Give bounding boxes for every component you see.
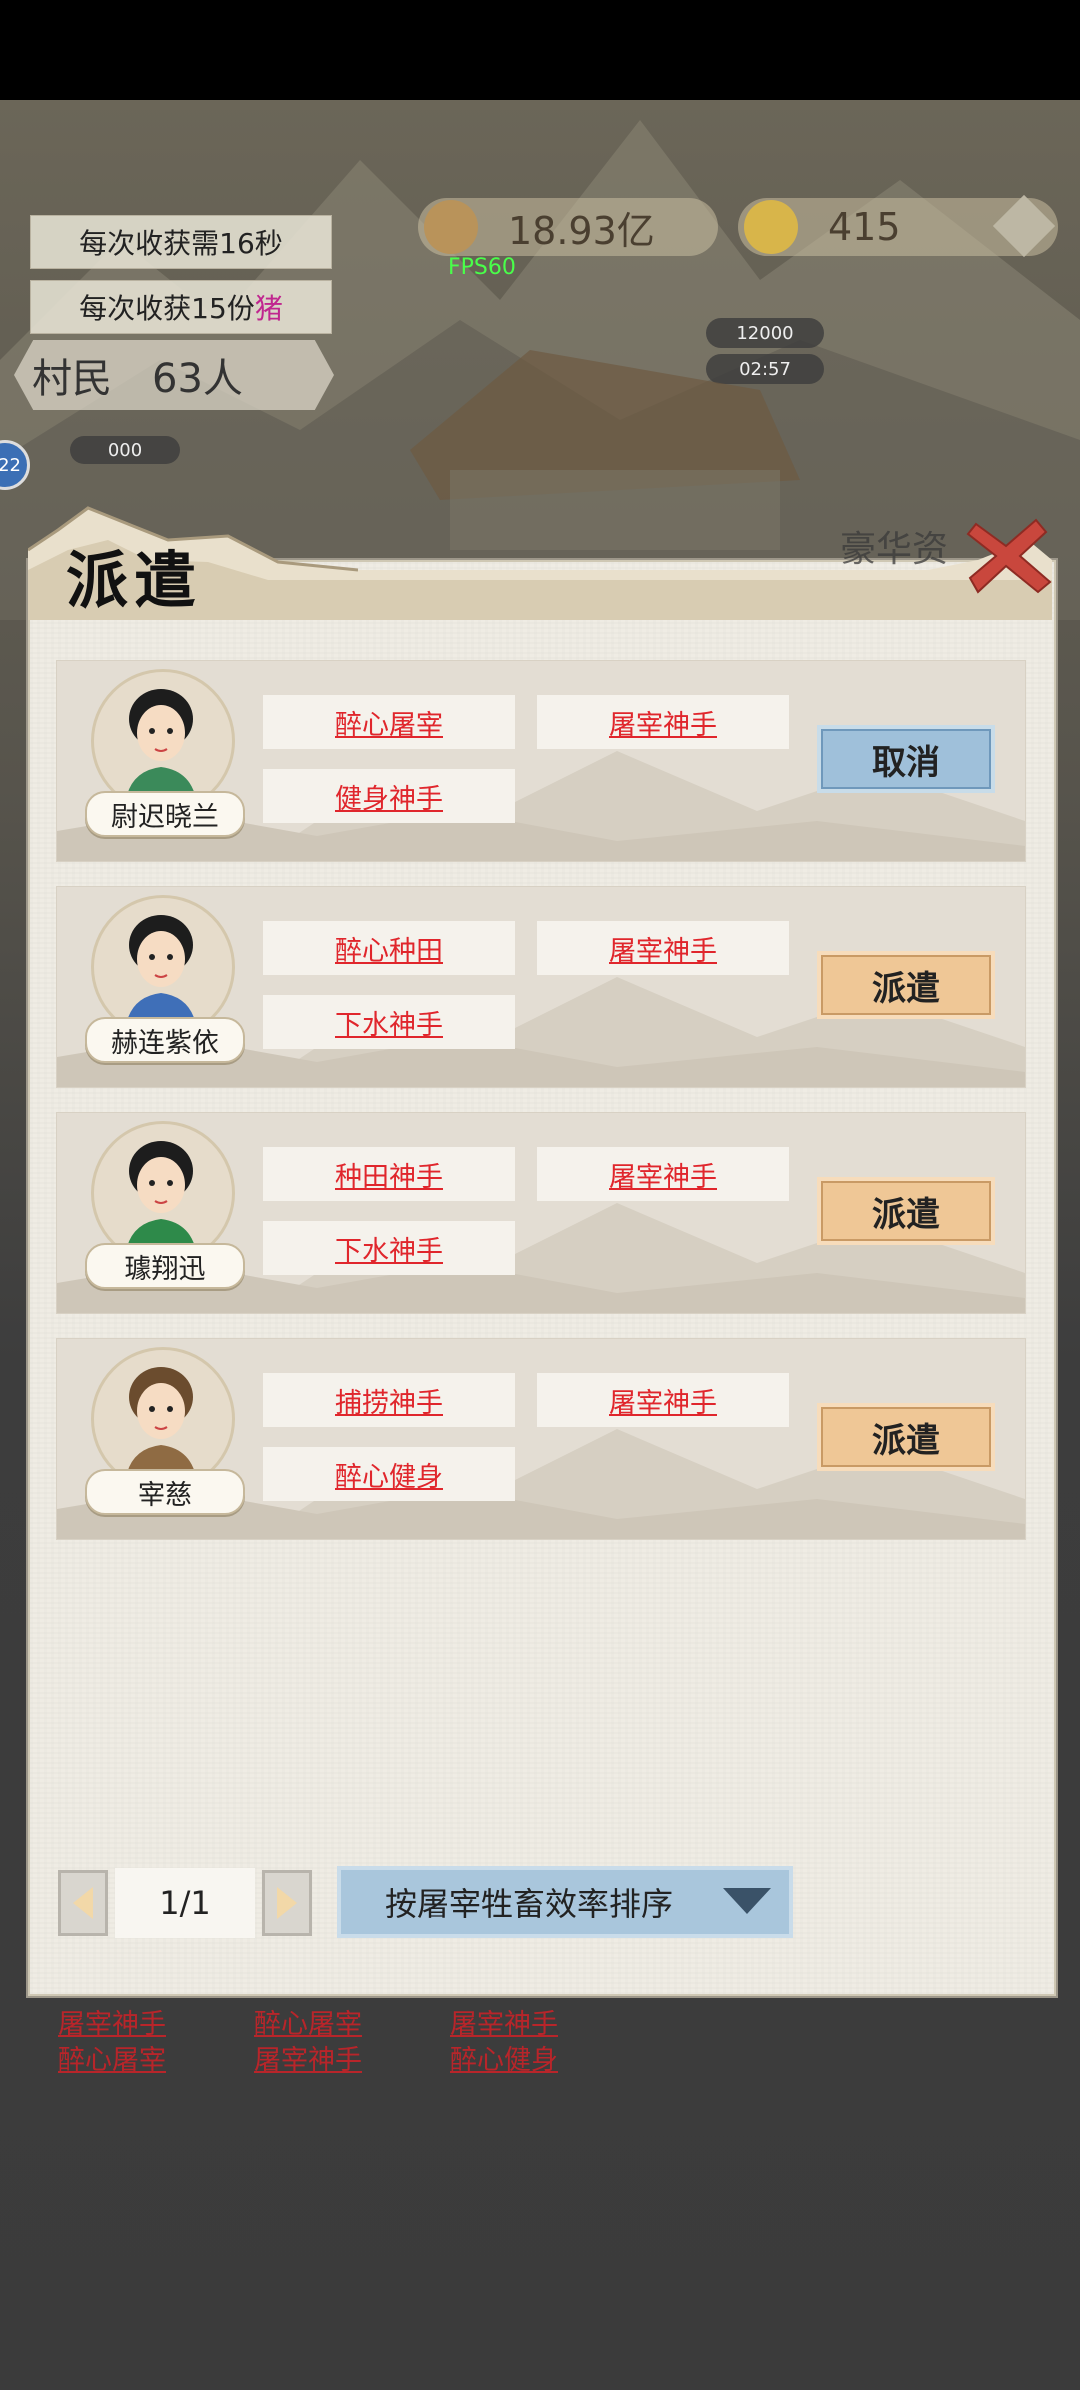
add-icon[interactable]: [992, 194, 1056, 258]
cancel-button[interactable]: 取消: [817, 725, 995, 793]
bg-trait: 屠宰神手: [58, 2009, 166, 2040]
villager-name: 尉迟晓兰: [85, 791, 245, 837]
villager-count: 村民 63人: [14, 340, 334, 410]
fps-counter: FPS60: [448, 255, 516, 280]
trait-label[interactable]: 醉心健身: [263, 1447, 515, 1501]
chevron-left-icon: [73, 1887, 93, 1919]
harvest-amount-info: 每次收获15份猪: [30, 280, 332, 334]
portrait-icon: [125, 689, 197, 805]
trait-label[interactable]: 屠宰神手: [537, 1147, 789, 1201]
bg-trait: 屠宰神手: [254, 2045, 362, 2076]
villager-name: 宰慈: [85, 1469, 245, 1515]
trait-label[interactable]: 醉心屠宰: [263, 695, 515, 749]
trait-label[interactable]: 健身神手: [263, 769, 515, 823]
trait-label[interactable]: 醉心种田: [263, 921, 515, 975]
bg-trait: 醉心屠宰: [254, 2009, 362, 2040]
side-value: 000: [70, 436, 180, 464]
trait-label[interactable]: 下水神手: [263, 995, 515, 1049]
coins-display[interactable]: 18.93亿: [418, 198, 718, 256]
villager-name: 赫连紫依: [85, 1017, 245, 1063]
chevron-right-icon: [277, 1887, 297, 1919]
bg-trait: 醉心屠宰: [58, 2045, 166, 2076]
page-indicator: 1/1: [115, 1868, 255, 1938]
dispatch-button[interactable]: 派遣: [817, 1177, 995, 1245]
panel-title: 派遣: [66, 544, 203, 617]
villager-row: 宰慈 捕捞神手 屠宰神手 醉心健身 派遣: [56, 1338, 1026, 1540]
trait-label[interactable]: 捕捞神手: [263, 1373, 515, 1427]
villager-row: 尉迟晓兰 醉心屠宰 屠宰神手 健身神手 取消: [56, 660, 1026, 862]
villager-name: 璩翔迅: [85, 1243, 245, 1289]
trait-label[interactable]: 屠宰神手: [537, 1373, 789, 1427]
villager-row: 赫连紫依 醉心种田 屠宰神手 下水神手 派遣: [56, 886, 1026, 1088]
chevron-down-icon: [723, 1888, 771, 1914]
trait-label[interactable]: 屠宰神手: [537, 921, 789, 975]
next-page-button[interactable]: [262, 1870, 312, 1936]
bg-trait: 醉心健身: [450, 2045, 558, 2076]
dispatch-button[interactable]: 派遣: [817, 951, 995, 1019]
portrait-icon: [125, 1141, 197, 1257]
coin-icon: [424, 200, 478, 254]
prev-page-button[interactable]: [58, 1870, 108, 1936]
ingots-display[interactable]: 415: [738, 194, 1058, 258]
trait-label[interactable]: 下水神手: [263, 1221, 515, 1275]
harvest-time-info: 每次收获需16秒: [30, 215, 332, 269]
header-right-text: 豪华资: [840, 529, 949, 570]
sort-dropdown[interactable]: 按屠宰牲畜效率排序: [337, 1866, 793, 1938]
villager-row: 璩翔迅 种田神手 屠宰神手 下水神手 派遣: [56, 1112, 1026, 1314]
trait-label[interactable]: 种田神手: [263, 1147, 515, 1201]
ingot-icon: [744, 200, 798, 254]
dispatch-button[interactable]: 派遣: [817, 1403, 995, 1471]
trait-label[interactable]: 屠宰神手: [537, 695, 789, 749]
portrait-icon: [125, 1367, 197, 1483]
close-icon[interactable]: [966, 516, 1052, 596]
bg-trait: 屠宰神手: [450, 2009, 558, 2040]
portrait-icon: [125, 915, 197, 1031]
